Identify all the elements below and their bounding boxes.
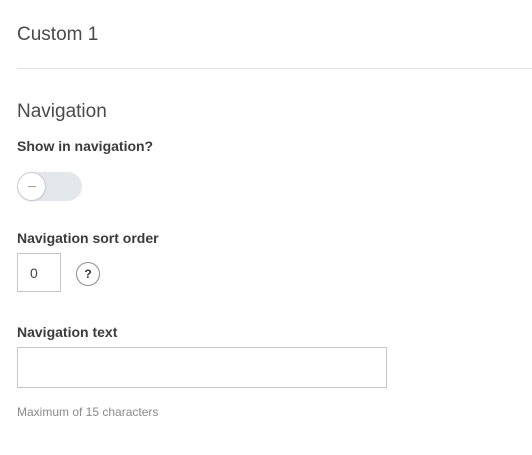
show-in-navigation-toggle[interactable] xyxy=(17,172,82,201)
show-in-navigation-label: Show in navigation? xyxy=(17,138,154,154)
navigation-text-input[interactable] xyxy=(17,347,387,388)
navigation-text-label: Navigation text xyxy=(17,324,118,340)
navigation-heading: Navigation xyxy=(17,101,107,122)
navigation-sort-order-input[interactable] xyxy=(17,253,61,292)
help-icon[interactable]: ? xyxy=(76,262,100,286)
section-divider xyxy=(17,68,532,69)
toggle-knob xyxy=(18,173,45,200)
section-title: Custom 1 xyxy=(17,24,99,45)
navigation-text-hint: Maximum of 15 characters xyxy=(17,405,159,419)
minus-icon xyxy=(27,185,36,188)
navigation-sort-order-label: Navigation sort order xyxy=(17,230,159,246)
